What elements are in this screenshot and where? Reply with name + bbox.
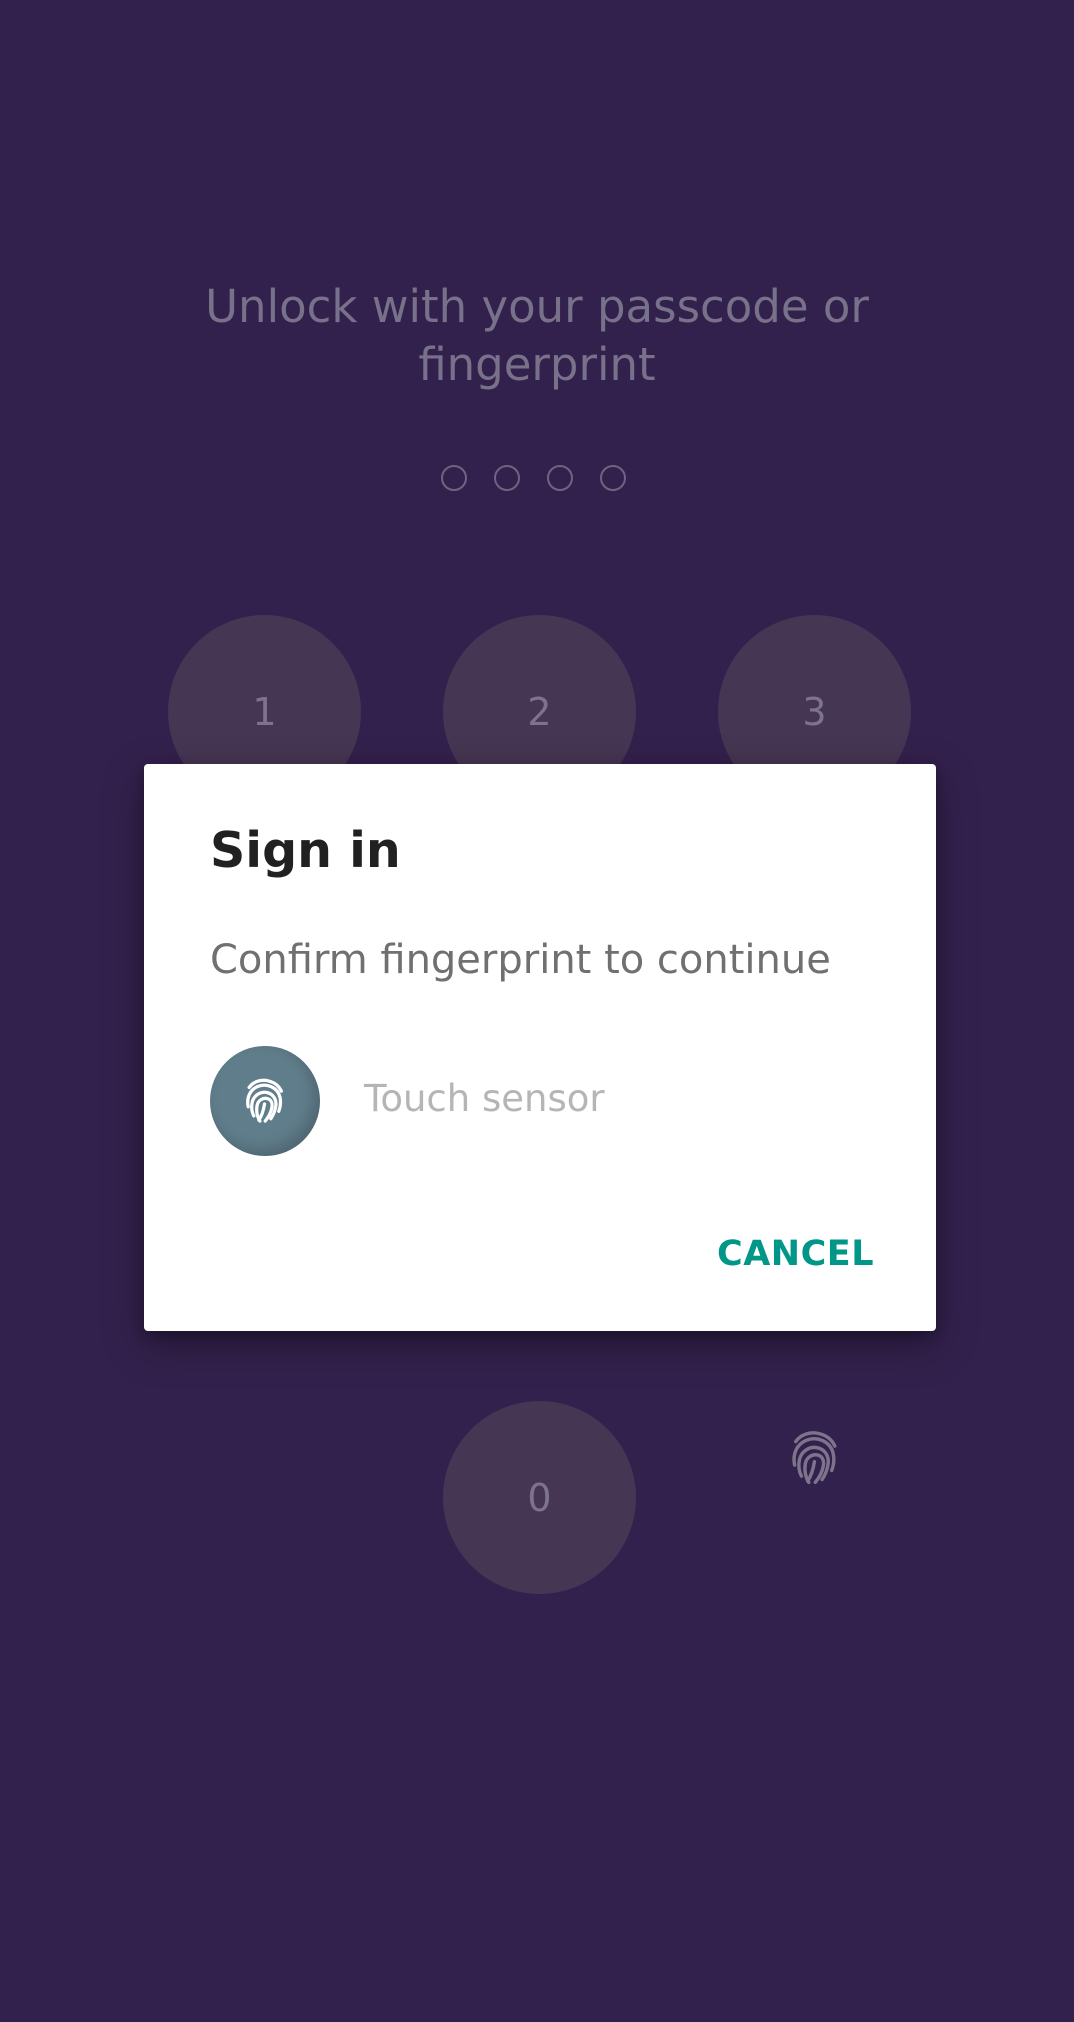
cancel-button[interactable]: CANCEL <box>704 1226 874 1282</box>
sign-in-dialog: Sign in Confirm fingerprint to continue … <box>144 764 936 1331</box>
fingerprint-icon <box>246 1078 283 1123</box>
lock-screen: Unlock with your passcode or fingerprint… <box>0 0 1074 2022</box>
passcode-dot <box>547 465 573 491</box>
dialog-title: Sign in <box>210 822 401 879</box>
keypad-fingerprint-button[interactable] <box>759 1402 871 1514</box>
touch-sensor-label: Touch sensor <box>364 1077 605 1120</box>
passcode-dot <box>600 465 626 491</box>
passcode-dot <box>494 465 520 491</box>
passcode-indicator <box>441 465 626 491</box>
fingerprint-icon <box>792 1431 837 1485</box>
passcode-dot <box>441 465 467 491</box>
unlock-prompt: Unlock with your passcode or fingerprint <box>205 280 869 391</box>
fingerprint-sensor-indicator <box>210 1046 320 1156</box>
keypad-key-0[interactable]: 0 <box>443 1401 636 1594</box>
dialog-description: Confirm fingerprint to continue <box>210 937 831 983</box>
